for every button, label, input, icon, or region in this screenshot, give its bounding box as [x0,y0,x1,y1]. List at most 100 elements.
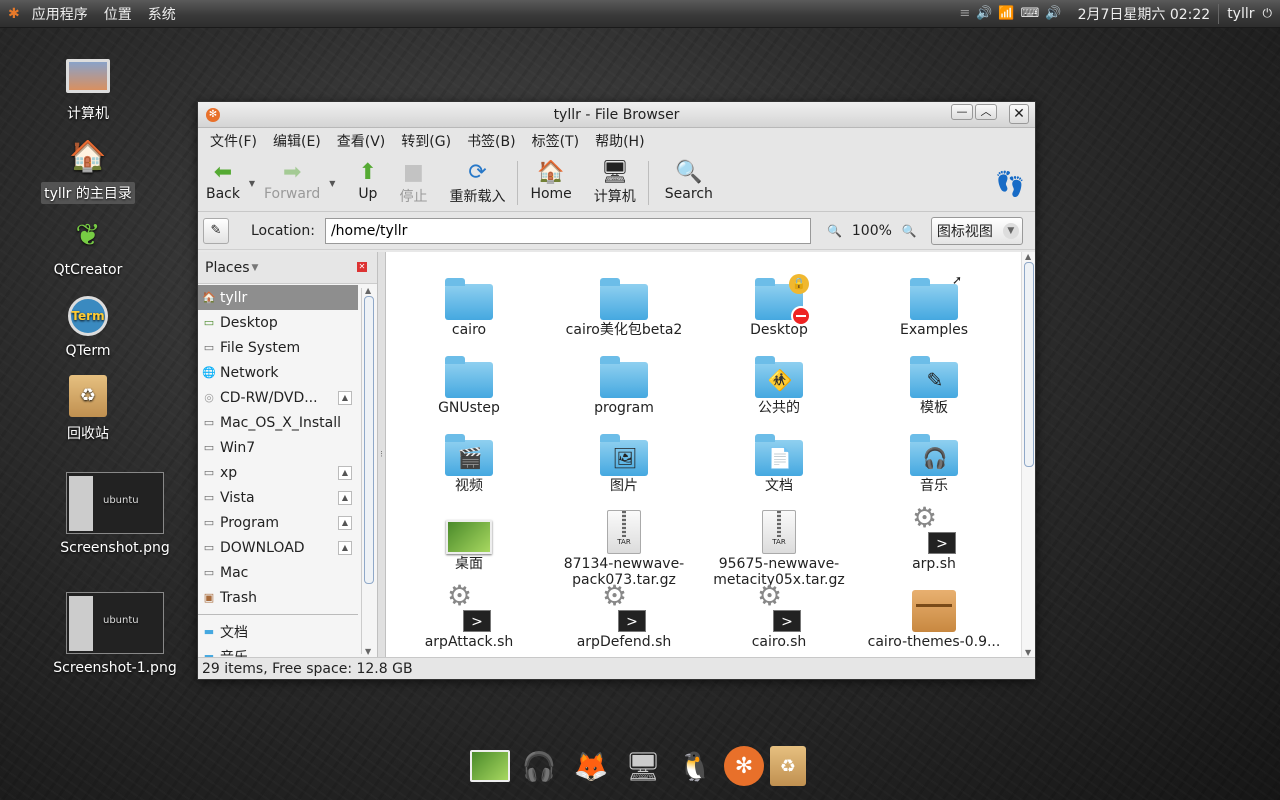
file-item[interactable]: cairo [394,274,544,338]
sidebar-item-vista[interactable]: ▭ Vista ▲ [198,485,358,510]
ubuntu-logo-icon[interactable]: ✱ [0,6,24,22]
file-item[interactable]: cairo美化包beta2 [549,274,699,338]
trash-icon[interactable]: ♻ [770,746,806,786]
file-view-scrollbar[interactable]: ▲ ▼ [1021,252,1035,657]
desktop-icon-screenshot[interactable]: ubuntu Screenshot.png [60,472,170,557]
file-item[interactable]: ✎ 模板 [859,352,1009,416]
eject-icon[interactable]: ▲ [338,491,352,505]
back-history-dropdown[interactable]: ▼ [244,158,260,208]
view-mode-select[interactable]: 图标视图 ▼ [930,216,1023,245]
file-name: 模板 [920,400,948,416]
zoom-in-icon[interactable]: 🔍 [902,224,917,238]
menu-edit[interactable]: 编辑(E) [265,131,329,151]
title-bar[interactable]: ✻ tyllr - File Browser — ︿ ✕ [198,102,1035,128]
image-viewer-icon[interactable] [470,750,510,782]
file-item[interactable]: ⚙ > arpAttack.sh [394,582,544,651]
keyboard-icon[interactable]: ⌨ [1021,6,1040,21]
file-item[interactable]: ➚ Examples [859,273,1009,338]
sidebar-item-xp[interactable]: ▭ xp ▲ [198,460,358,485]
menu-help[interactable]: 帮助(H) [587,131,652,151]
reload-button[interactable]: ⟳ 重新载入 [445,158,509,208]
file-item[interactable]: 🎬 视频 [394,430,544,494]
file-item[interactable]: ⚙ > arp.sh [859,504,1009,572]
sidebar-item-mac[interactable]: ▭ Mac [198,560,358,585]
file-item[interactable]: GNUstep [394,352,544,416]
file-item[interactable]: ⚙ > arpDefend.sh [549,582,699,651]
file-item[interactable]: 🖼 图片 [549,430,699,494]
file-item[interactable]: cairo-themes-0.9... [859,586,1009,650]
eject-icon[interactable]: ▲ [338,516,352,530]
back-button[interactable]: ⬅ Back [202,158,244,208]
toggle-location-edit-button[interactable]: ✎ [203,217,229,244]
eject-icon[interactable]: ▲ [338,391,352,405]
close-button[interactable]: ✕ [1009,104,1029,124]
desktop-icon-screenshot-1[interactable]: ubuntu Screenshot-1.png [53,592,177,677]
zoom-out-icon[interactable]: 🔍 [827,224,842,238]
ubuntu-icon[interactable]: ✻ [724,746,764,786]
file-item[interactable]: 🔒 Desktop [704,274,854,338]
file-item[interactable]: 桌面 [394,508,544,572]
file-item[interactable]: 🚸 公共的 [704,352,854,416]
sidebar-item-trash[interactable]: ▣ Trash [198,585,358,610]
shutdown-icon[interactable]: ⏻ [1263,6,1273,21]
clock[interactable]: 2月7日星期六 02:22 [1078,4,1211,24]
sidebar-item-[interactable]: ▬ 文档 [198,619,358,644]
package-icon [909,586,959,632]
search-button[interactable]: 🔍 Search [661,158,717,208]
sidebar-item-win7[interactable]: ▭ Win7 [198,435,358,460]
up-button[interactable]: ⬆ Up [354,158,381,208]
location-input[interactable] [324,217,811,244]
desktop-icon-qterm[interactable]: Term QTerm [33,292,143,360]
desktop-icon-trash[interactable]: ♻ 回收站 [33,372,143,444]
sidebar-item-tyllr[interactable]: 🏠 tyllr [198,285,358,310]
forward-button[interactable]: ➡ Forward [260,158,324,208]
menu-places[interactable]: 位置 [96,4,140,24]
firefox-icon[interactable]: 🦊 [568,743,614,789]
user-menu[interactable]: tyllr [1227,6,1254,22]
window-menu-icon[interactable]: ✻ [206,108,220,122]
music-player-icon[interactable]: 🎧 [516,743,562,789]
maximize-button[interactable]: ︿ [975,104,997,120]
home-button[interactable]: 🏠 Home [526,158,575,208]
forward-history-dropdown[interactable]: ▼ [324,158,340,208]
sidebar-item-cd-rw-dvd[interactable]: ◎ CD-RW/DVD... ▲ [198,385,358,410]
close-sidebar-icon[interactable]: ✕ [357,262,367,272]
eject-icon[interactable]: ▲ [338,466,352,480]
file-item[interactable]: ⚙ > cairo.sh [704,582,854,651]
sidebar-item-download[interactable]: ▭ DOWNLOAD ▲ [198,535,358,560]
wifi-icon[interactable]: 📶 [998,6,1014,21]
menu-applications[interactable]: 应用程序 [24,4,96,24]
eject-icon[interactable]: ▲ [338,541,352,555]
file-item[interactable]: program [549,352,699,416]
sidebar-item-program[interactable]: ▭ Program ▲ [198,510,358,535]
menu-file[interactable]: 文件(F) [202,131,265,151]
computer-button[interactable]: 🖥 计算机 [590,158,640,208]
menu-system[interactable]: 系统 [140,4,184,24]
sidebar-item-file-system[interactable]: ▭ File System [198,335,358,360]
sidebar-item-[interactable]: ▬ 音乐 [198,644,358,658]
minimize-button[interactable]: — [951,104,973,120]
places-header[interactable]: Places ▼ ✕ [198,252,377,284]
menu-go[interactable]: 转到(G) [393,131,459,151]
file-item[interactable]: TAR 87134-newwave-pack073.tar.gz [549,508,699,588]
menu-view[interactable]: 查看(V) [329,131,394,151]
sidebar-item-network[interactable]: 🌐 Network [198,360,358,385]
file-item[interactable]: TAR 95675-newwave-metacity05x.tar.gz [704,508,854,588]
chevron-down-icon[interactable]: ▼ [252,263,259,273]
menu-bookmarks[interactable]: 书签(B) [459,131,524,151]
qq-icon[interactable]: 🐧 [672,743,718,789]
desktop-icon-computer[interactable]: 计算机 [33,52,143,124]
file-item[interactable]: 📄 文档 [704,430,854,494]
file-item[interactable]: 🎧 音乐 [859,430,1009,494]
desktop-icon-qtcreator[interactable]: ❦ QtCreator [33,211,143,279]
volume-icon-2[interactable]: 🔊 [1045,6,1061,21]
sidebar-item-mac-os-x-install[interactable]: ▭ Mac_OS_X_Install [198,410,358,435]
sidebar-item-desktop[interactable]: ▭ Desktop [198,310,358,335]
computer-icon[interactable]: 🖥 [620,743,666,789]
stop-button[interactable]: ■ 停止 [395,158,431,208]
pane-splitter[interactable]: ⁝ [378,252,386,657]
menu-tabs[interactable]: 标签(T) [524,131,587,151]
sidebar-scrollbar[interactable]: ▲ ▼ [361,286,375,656]
volume-icon[interactable]: 🔊 [976,6,992,21]
desktop-icon-home[interactable]: 🏠 tyllr 的主目录 [33,132,143,204]
